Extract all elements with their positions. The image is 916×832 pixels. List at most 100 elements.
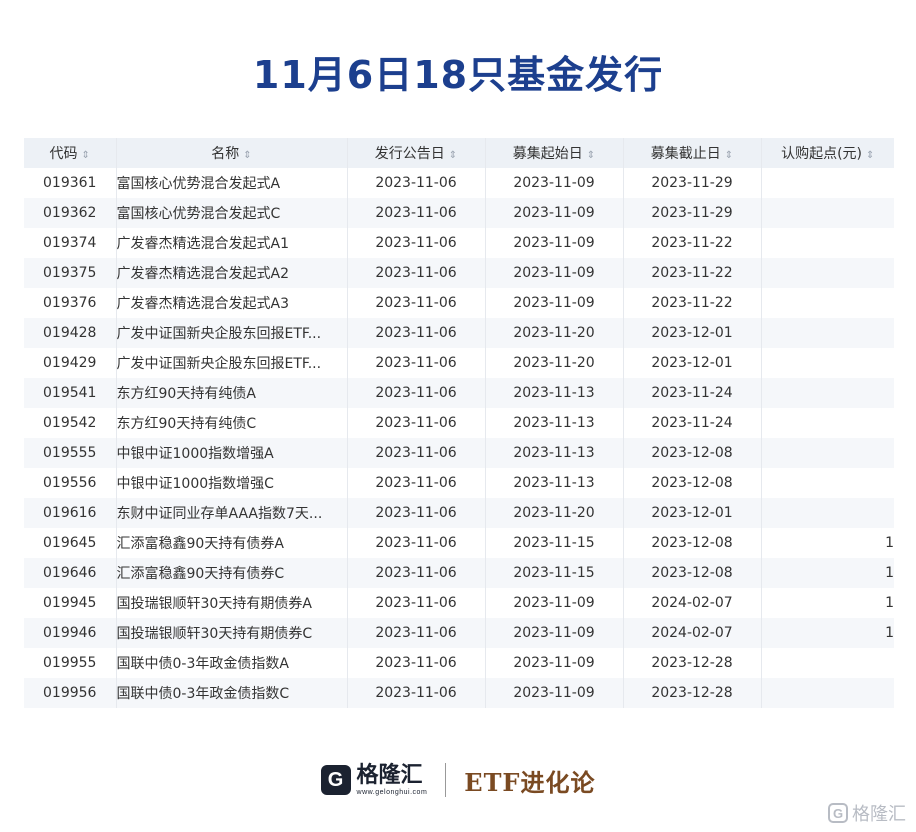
table-row[interactable]: 019646 汇添富稳鑫90天持有债券C 2023-11-06 2023-11-15 2… [24,558,894,588]
end-date-cell: 2023-12-08 [623,528,762,558]
gelonghui-logo[interactable]: G 格隆汇 www.gelonghui.com [320,762,428,796]
start-date-cell: 2023-11-20 [485,318,624,348]
fund-code-cell[interactable]: 019946 [24,618,117,648]
fund-code-cell[interactable]: 019645 [24,528,117,558]
fund-code-cell[interactable]: 019374 [24,228,117,258]
logo-name: 格隆汇 [356,762,423,788]
fund-name-cell[interactable]: 汇添富稳鑫90天持有债券A [116,528,348,558]
fund-code-cell[interactable]: 019362 [24,198,117,228]
fund-name-cell[interactable]: 富国核心优势混合发起式C [116,198,348,228]
fund-name-cell[interactable]: 广发睿杰精选混合发起式A3 [116,288,348,318]
page-title: 11月6日18只基金发行 [252,53,664,97]
table-row[interactable]: 019945 国投瑞银顺轩30天持有期债券A 2023-11-06 2023-11-0… [24,588,894,618]
fund-code-cell[interactable]: 019646 [24,558,117,588]
announce-date-cell: 2023-11-06 [347,168,486,198]
column-header-end-date[interactable]: 募集截止日 ⇕ [623,138,762,168]
end-date-cell: 2023-11-22 [623,228,762,258]
fund-code-cell[interactable]: 019555 [24,438,117,468]
fund-name-cell[interactable]: 国投瑞银顺轩30天持有期债券C [116,618,348,648]
min-subscription-cell [761,228,894,258]
column-header-start-date[interactable]: 募集起始日 ⇕ [485,138,624,168]
fund-code-cell[interactable]: 019955 [24,648,117,678]
fund-code-cell[interactable]: 019616 [24,498,117,528]
table-row[interactable]: 019946 国投瑞银顺轩30天持有期债券C 2023-11-06 2023-11-0… [24,618,894,648]
table-row[interactable]: 019556 中银中证1000指数增强C 2023-11-06 2023-11-13 2… [24,468,894,498]
fund-code-cell[interactable]: 019541 [24,378,117,408]
table-row[interactable]: 019955 国联中债0-3年政金债指数A 2023-11-06 2023-11-09… [24,648,894,678]
sort-icon[interactable]: ⇕ [587,150,595,161]
end-date-cell: 2023-11-29 [623,168,762,198]
fund-code-cell[interactable]: 019542 [24,408,117,438]
fund-name-cell[interactable]: 东财中证同业存单AAA指数7天... [116,498,348,528]
column-header-name[interactable]: 名称 ⇕ [116,138,348,168]
fund-name-cell[interactable]: 广发睿杰精选混合发起式A1 [116,228,348,258]
table-row[interactable]: 019428 广发中证国新央企股东回报ETF... 2023-11-06 2023-1… [24,318,894,348]
fund-name-cell[interactable]: 中银中证1000指数增强C [116,468,348,498]
fund-name-cell[interactable]: 国联中债0-3年政金债指数A [116,648,348,678]
fund-code-cell[interactable]: 019556 [24,468,117,498]
start-date-cell: 2023-11-09 [485,198,624,228]
table-row[interactable]: 019541 东方红90天持有纯债A 2023-11-06 2023-11-13 202… [24,378,894,408]
start-date-cell: 2023-11-13 [485,438,624,468]
end-date-cell: 2023-11-24 [623,408,762,438]
announce-date-cell: 2023-11-06 [347,408,486,438]
fund-code-cell[interactable]: 019945 [24,588,117,618]
fund-name-cell[interactable]: 汇添富稳鑫90天持有债券C [116,558,348,588]
fund-name-cell[interactable]: 国联中债0-3年政金债指数C [116,678,348,708]
fund-code-cell[interactable]: 019956 [24,678,117,708]
announce-date-cell: 2023-11-06 [347,378,486,408]
sort-icon[interactable]: ⇕ [449,150,457,161]
table-row[interactable]: 019616 东财中证同业存单AAA指数7天... 2023-11-06 2023-1… [24,498,894,528]
fund-name-cell[interactable]: 富国核心优势混合发起式A [116,168,348,198]
min-subscription-cell [761,438,894,468]
end-date-cell: 2023-12-01 [623,348,762,378]
gelonghui-logo-icon: G [320,765,351,795]
fund-code-cell[interactable]: 019361 [24,168,117,198]
start-date-cell: 2023-11-09 [485,288,624,318]
table-row[interactable]: 019374 广发睿杰精选混合发起式A1 2023-11-06 2023-11-09 2… [24,228,894,258]
fund-name-cell[interactable]: 广发睿杰精选混合发起式A2 [116,258,348,288]
table-row[interactable]: 019956 国联中债0-3年政金债指数C 2023-11-06 2023-11-09… [24,678,894,708]
sort-icon[interactable]: ⇕ [725,150,733,161]
end-date-cell: 2023-11-22 [623,258,762,288]
column-header-code[interactable]: 代码 ⇕ [24,138,117,168]
fund-name-cell[interactable]: 国投瑞银顺轩30天持有期债券A [116,588,348,618]
end-date-cell: 2023-12-28 [623,678,762,708]
fund-name-cell[interactable]: 广发中证国新央企股东回报ETF... [116,348,348,378]
end-date-cell: 2023-11-22 [623,288,762,318]
min-subscription-cell [761,378,894,408]
fund-code-cell[interactable]: 019429 [24,348,117,378]
start-date-cell: 2023-11-15 [485,528,624,558]
min-subscription-cell [761,468,894,498]
start-date-cell: 2023-11-13 [485,378,624,408]
table-row[interactable]: 019645 汇添富稳鑫90天持有债券A 2023-11-06 2023-11-15 2… [24,528,894,558]
column-label: 代码 [49,146,78,162]
fund-code-cell[interactable]: 019375 [24,258,117,288]
column-label: 名称 [211,146,240,162]
fund-name-cell[interactable]: 中银中证1000指数增强A [116,438,348,468]
fund-code-cell[interactable]: 019376 [24,288,117,318]
end-date-cell: 2023-11-29 [623,198,762,228]
fund-name-cell[interactable]: 东方红90天持有纯债C [116,408,348,438]
sort-icon[interactable]: ⇕ [243,150,251,161]
table-row[interactable]: 019361 富国核心优势混合发起式A 2023-11-06 2023-11-09 20… [24,168,894,198]
column-header-min-subscription[interactable]: 认购起点(元) ⇕ [761,138,894,168]
table-row[interactable]: 019555 中银中证1000指数增强A 2023-11-06 2023-11-13 2… [24,438,894,468]
announce-date-cell: 2023-11-06 [347,228,486,258]
logo-url: www.gelonghui.com [356,788,428,796]
fund-name-cell[interactable]: 广发中证国新央企股东回报ETF... [116,318,348,348]
table-row[interactable]: 019362 富国核心优势混合发起式C 2023-11-06 2023-11-09 20… [24,198,894,228]
table-row[interactable]: 019376 广发睿杰精选混合发起式A3 2023-11-06 2023-11-09 2… [24,288,894,318]
sort-icon[interactable]: ⇕ [82,150,90,161]
sort-icon[interactable]: ⇕ [866,150,874,161]
fund-code-cell[interactable]: 019428 [24,318,117,348]
end-date-cell: 2023-11-24 [623,378,762,408]
column-header-announce-date[interactable]: 发行公告日 ⇕ [347,138,486,168]
table-row[interactable]: 019542 东方红90天持有纯债C 2023-11-06 2023-11-13 202… [24,408,894,438]
table-row[interactable]: 019375 广发睿杰精选混合发起式A2 2023-11-06 2023-11-09 2… [24,258,894,288]
table-row[interactable]: 019429 广发中证国新央企股东回报ETF... 2023-11-06 2023-1… [24,348,894,378]
end-date-cell: 2023-12-28 [623,648,762,678]
end-date-cell: 2023-12-08 [623,558,762,588]
fund-name-cell[interactable]: 东方红90天持有纯债A [116,378,348,408]
announce-date-cell: 2023-11-06 [347,438,486,468]
